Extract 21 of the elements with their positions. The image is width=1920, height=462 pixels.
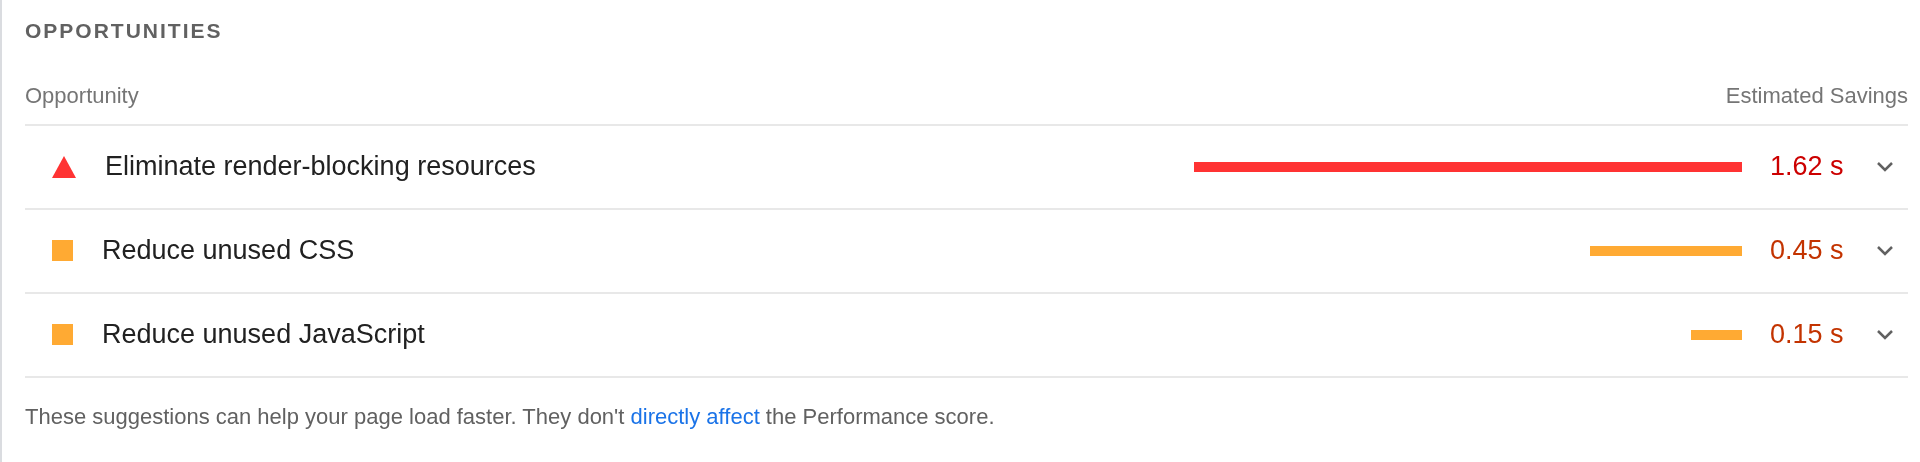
directly-affect-link[interactable]: directly affect [630, 403, 760, 429]
column-header: Opportunity [25, 81, 139, 110]
opportunity-title: Reduce unused JavaScript [102, 318, 425, 352]
triangle-icon [52, 155, 76, 178]
column-header: Estimated Savings [1725, 81, 1908, 110]
footer-note: These suggestions can help your page load faster. They don't directly affect the Performance score. [25, 402, 996, 431]
square-icon [52, 324, 73, 345]
chevron-icon[interactable] [1876, 244, 1894, 257]
opportunity-title: Eliminate render-blocking resources [105, 150, 536, 184]
opportunity-row[interactable]: Eliminate render-blocking resources 1.62 s [25, 125, 1908, 210]
savings-value: 1.62 s [1770, 150, 1845, 184]
savings-value: 0.45 s [1770, 234, 1845, 268]
chevron-icon[interactable] [1876, 160, 1894, 173]
chevron-icon[interactable] [1876, 328, 1894, 341]
savings-bar [1691, 329, 1742, 340]
savings-value: 0.15 s [1770, 318, 1845, 352]
square-icon [52, 240, 73, 261]
opportunity-title: Reduce unused CSS [102, 234, 355, 268]
section-title: OPPORTUNITIES [25, 18, 223, 44]
opportunity-row[interactable]: Reduce unused CSS 0.45 s [25, 209, 1908, 294]
opportunity-row[interactable]: Reduce unused JavaScript 0.15 s [25, 293, 1908, 378]
